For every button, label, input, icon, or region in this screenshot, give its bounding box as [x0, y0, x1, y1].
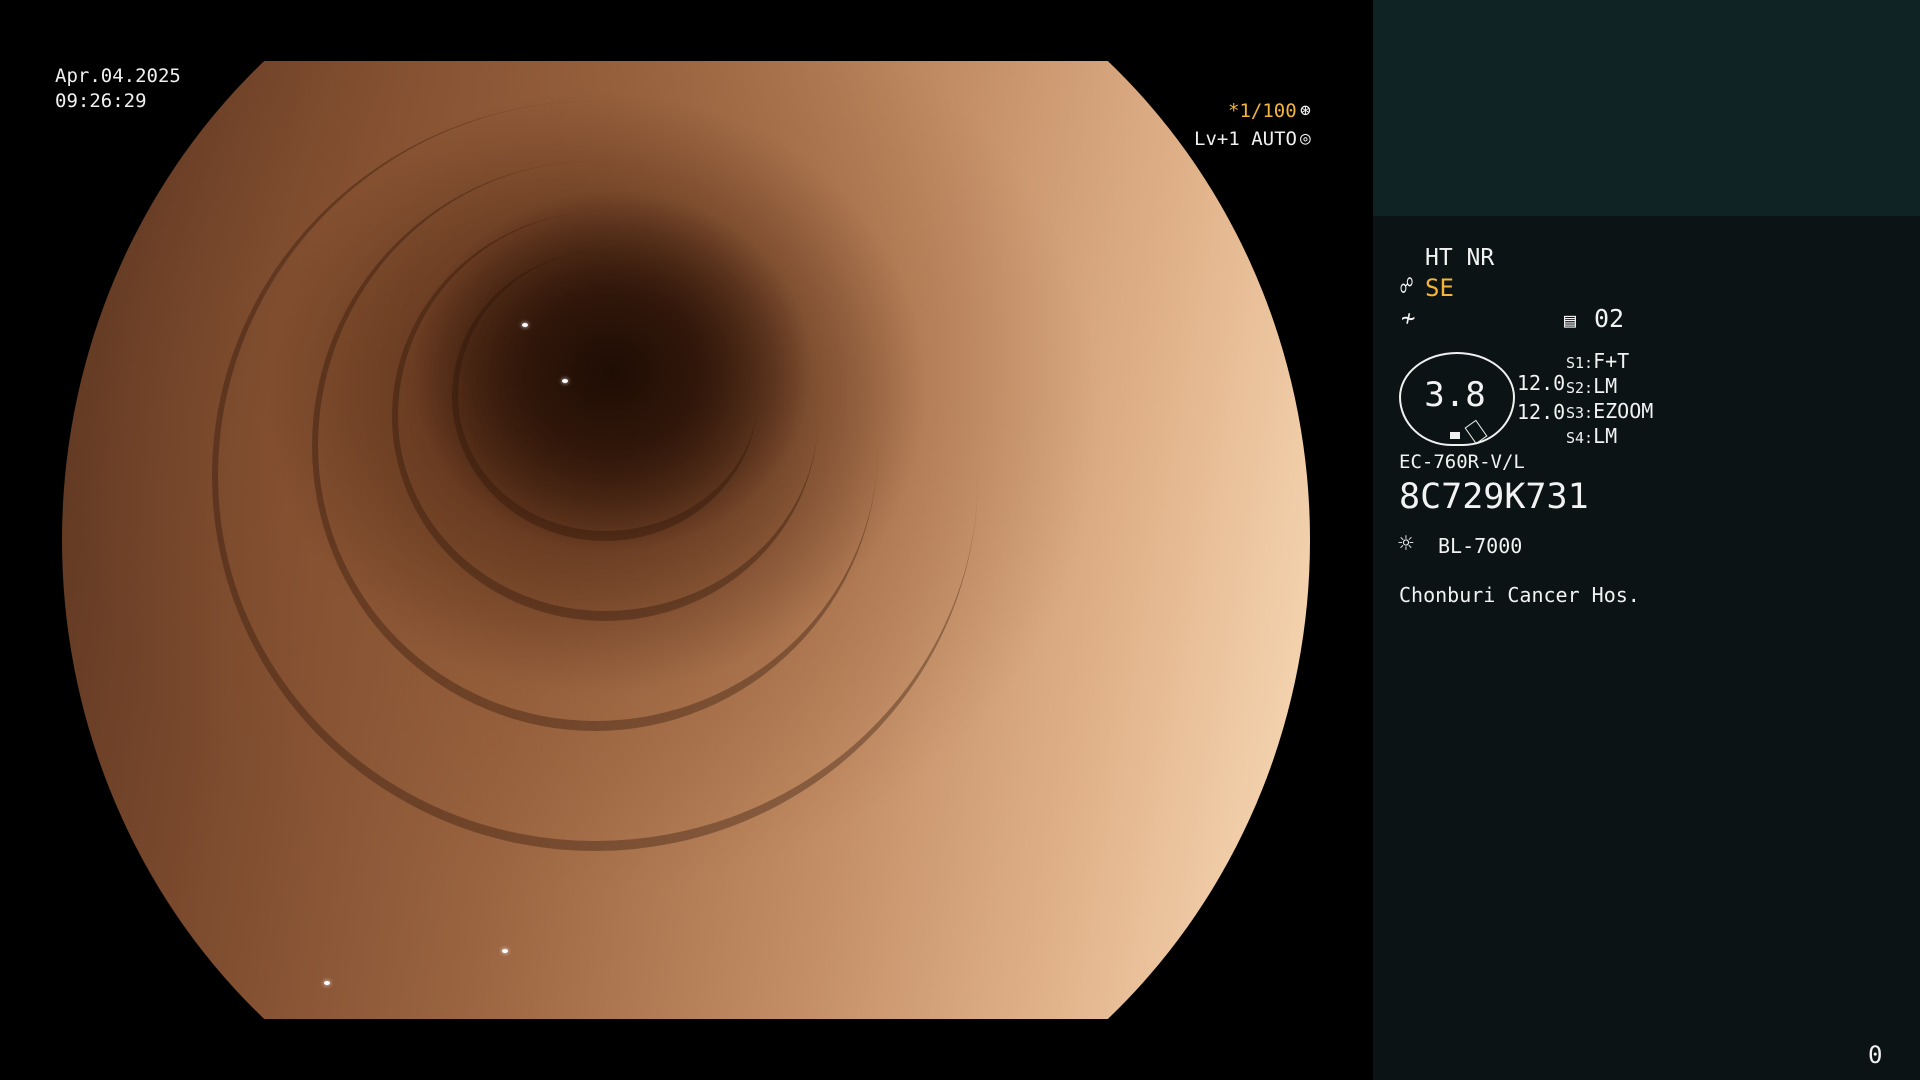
light-source-model: BL-7000	[1438, 534, 1523, 558]
light-source-icon: ☼	[1398, 529, 1414, 559]
scope-model: EC-760R-V/L	[1399, 451, 1525, 473]
endoscopic-image	[62, 61, 1310, 1019]
switch-assignment: S3:EZOOM	[1566, 399, 1653, 425]
page-counter: 0	[1868, 1041, 1883, 1069]
endoscope-view	[0, 0, 1373, 1080]
hospital-name: Chonburi Cancer Hos.	[1399, 583, 1640, 607]
light-reflection	[562, 379, 568, 383]
structure-enhance-icon: ☍	[1400, 274, 1414, 299]
record-icon: ▤	[1564, 308, 1577, 332]
record-number: 02	[1594, 304, 1625, 333]
scope-serial: 8C729K731	[1399, 477, 1589, 517]
switch-key: S1:	[1566, 354, 1594, 372]
switch-label: LM	[1593, 374, 1618, 398]
switch-label: EZOOM	[1593, 399, 1654, 423]
light-reflection	[324, 981, 330, 985]
shutter-icon: ⊛	[1300, 100, 1311, 121]
scope-value-1: 12.0	[1517, 371, 1566, 395]
switch-key: S4:	[1566, 429, 1594, 447]
switch-assignment: S2:LM	[1566, 374, 1617, 400]
iris-icon: ◎	[1300, 128, 1311, 149]
switch-label: LM	[1593, 424, 1618, 448]
switch-label: F+T	[1593, 349, 1630, 373]
exam-date: Apr.04.2025	[55, 65, 181, 87]
thumbnail-area	[1373, 0, 1920, 216]
switch-assignment: S4:LM	[1566, 424, 1617, 450]
exam-time: 09:26:29	[55, 90, 147, 112]
enhancement-mode: HT NR	[1425, 245, 1495, 271]
switch-key: S3:	[1566, 404, 1594, 422]
shutter-speed: *1/100	[1228, 100, 1297, 122]
scope-diameter-value: 3.8	[1424, 375, 1486, 415]
structure-enhance-mode: SE	[1425, 274, 1454, 302]
brightness-level: Lv+1 AUTO	[1194, 128, 1297, 150]
channel-indicator-icon	[1450, 432, 1460, 439]
color-mode-icon: ≁	[1401, 304, 1416, 332]
mucosal-fold	[452, 251, 758, 541]
scope-value-2: 12.0	[1517, 400, 1566, 424]
light-reflection	[522, 323, 528, 327]
switch-key: S2:	[1566, 379, 1594, 397]
light-reflection	[502, 949, 508, 953]
switch-assignment: S1:F+T	[1566, 349, 1629, 375]
